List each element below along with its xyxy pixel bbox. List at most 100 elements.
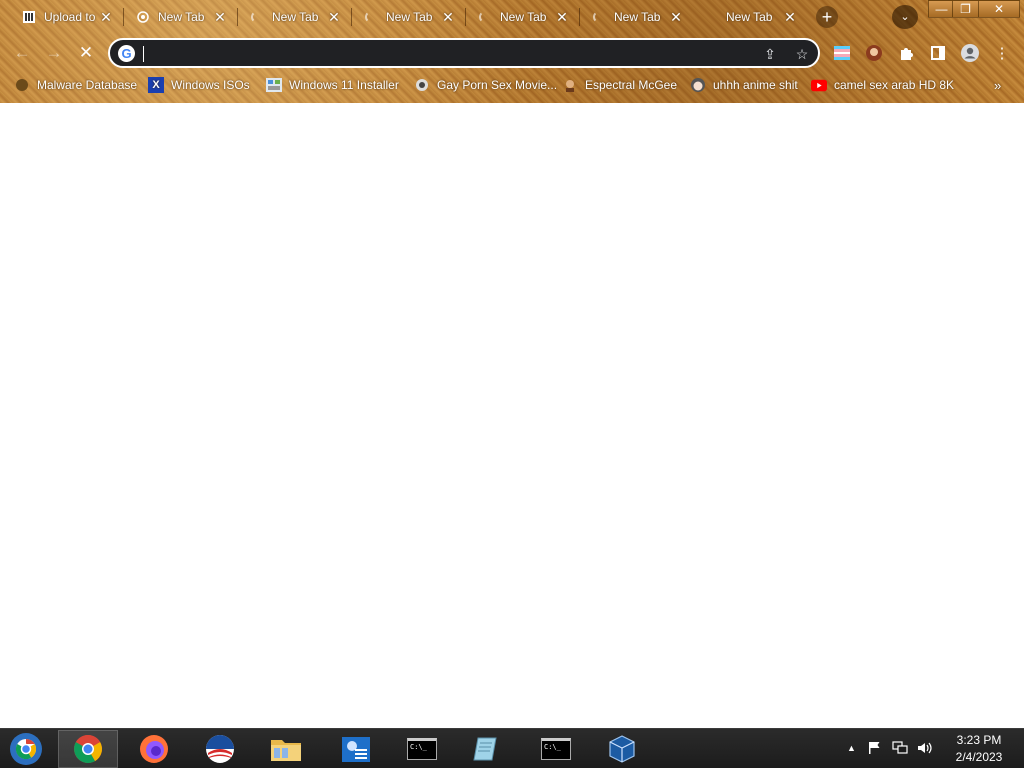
arrow-right-icon: →: [45, 43, 63, 62]
share-icon[interactable]: ⇪: [760, 44, 780, 64]
tab-new-tab-1[interactable]: New Tab ✕: [124, 3, 236, 31]
close-icon[interactable]: ✕: [326, 9, 342, 26]
taskbar-notepad[interactable]: [456, 730, 516, 768]
stop-loading-button[interactable]: ✕: [74, 41, 98, 65]
action-center-flag-icon[interactable]: [868, 741, 882, 758]
show-hidden-icons-button[interactable]: ▲: [847, 743, 856, 753]
taskbar-virtualbox[interactable]: [592, 730, 652, 768]
bookmark-youtube-video[interactable]: camel sex arab HD 8K: [811, 75, 954, 95]
forward-button[interactable]: →: [42, 41, 66, 65]
close-icon[interactable]: ✕: [782, 9, 798, 26]
avatar-icon[interactable]: [863, 42, 885, 64]
chevron-double-right-icon: »: [994, 77, 1002, 93]
bookmark-espectral-mcgee[interactable]: Espectral McGee: [562, 75, 677, 95]
bookmark-malware-database[interactable]: Malware Database: [14, 75, 137, 95]
tab-strip: Upload to ✕ New Tab ✕ New Tab ✕ New Tab: [0, 0, 1024, 34]
profile-icon[interactable]: [959, 42, 981, 64]
back-button[interactable]: ←: [10, 41, 34, 65]
tab-new-tab-5[interactable]: New Tab ✕: [580, 3, 692, 31]
arrow-left-icon: ←: [13, 43, 31, 62]
character-icon: [562, 77, 578, 93]
anime-icon: [690, 77, 706, 93]
pride-flag-icon[interactable]: [831, 42, 853, 64]
virtualbox-icon: [609, 735, 635, 763]
folder-icon: [271, 740, 301, 761]
image-icon: [266, 77, 282, 93]
taskbar: C:\_ C:\_ ▲ 3:23 PM 2/4/2023: [0, 728, 1024, 768]
clock-date: 2/4/2023: [955, 750, 1003, 764]
page-content: [0, 103, 1024, 728]
bookmarks-overflow-button[interactable]: »: [994, 75, 1001, 95]
notepad-icon: [473, 737, 497, 761]
loading-spinner-icon: [592, 10, 606, 24]
close-icon[interactable]: ✕: [554, 9, 570, 26]
tab-new-tab-active[interactable]: New Tab ✕: [694, 3, 806, 31]
network-icon[interactable]: [892, 741, 908, 758]
new-tab-button[interactable]: +: [816, 6, 838, 28]
taskbar-command-prompt-2[interactable]: C:\_: [526, 730, 586, 768]
chrome-icon: [136, 10, 150, 24]
minimize-icon: —: [935, 2, 948, 16]
bookmark-anime[interactable]: uhhh anime shit: [690, 75, 798, 95]
loading-spinner-icon: [364, 10, 378, 24]
tab-title: New Tab: [158, 10, 205, 24]
system-clock[interactable]: 3:23 PM 2/4/2023: [944, 732, 1014, 766]
taskbar-chrome[interactable]: [58, 730, 118, 768]
tab-title: New Tab: [386, 10, 433, 24]
text-caret: [143, 46, 144, 62]
obama-logo-icon: [206, 735, 234, 763]
taskbar-obama-logo[interactable]: [190, 730, 250, 768]
taskbar-command-prompt[interactable]: C:\_: [392, 730, 452, 768]
bookmark-favicon-icon: [414, 77, 430, 93]
puzzle-icon[interactable]: [895, 42, 917, 64]
close-icon[interactable]: ✕: [668, 9, 684, 26]
loading-spinner-icon: [250, 10, 264, 24]
address-input[interactable]: [146, 44, 746, 64]
toolbar: ← → ✕ G ⇪ ☆ ⋮: [0, 34, 1024, 72]
start-button[interactable]: [0, 730, 52, 768]
tab-new-tab-4[interactable]: New Tab ✕: [466, 3, 578, 31]
google-icon: G: [118, 45, 135, 62]
command-prompt-icon: C:\_: [407, 738, 437, 760]
volume-icon[interactable]: [917, 741, 933, 758]
tab-title: Upload to: [44, 10, 96, 24]
tab-new-tab-2[interactable]: New Tab ✕: [238, 3, 350, 31]
close-icon[interactable]: ✕: [212, 9, 228, 26]
control-panel-icon: [342, 737, 370, 762]
minimize-button[interactable]: —: [928, 0, 955, 18]
taskbar-control-panel[interactable]: [326, 730, 386, 768]
browser-window: Upload to ✕ New Tab ✕ New Tab ✕ New Tab: [0, 0, 1024, 728]
tab-title: New Tab: [500, 10, 547, 24]
tab-search-button[interactable]: ⌄: [892, 5, 918, 29]
start-orb-icon: [10, 733, 42, 765]
loading-spinner-icon: [478, 10, 492, 24]
tab-upload[interactable]: Upload to ✕: [10, 3, 122, 31]
tab-title: New Tab: [272, 10, 319, 24]
tab-title: New Tab: [614, 10, 661, 24]
bookmarks-bar: Malware Database X Windows ISOs Windows …: [0, 72, 1024, 98]
close-icon[interactable]: ✕: [98, 9, 114, 26]
bookmark-gay-porn[interactable]: Gay Porn Sex Movie...: [414, 75, 557, 95]
taskbar-firefox[interactable]: [124, 730, 184, 768]
firefox-icon: [140, 735, 168, 763]
restore-icon: ❐: [960, 2, 971, 16]
omnibox[interactable]: G ⇪ ☆: [108, 38, 820, 68]
tab-title: New Tab: [726, 10, 773, 24]
close-icon: ✕: [78, 43, 94, 62]
menu-icon[interactable]: ⋮: [991, 42, 1013, 64]
close-icon[interactable]: ✕: [440, 9, 456, 26]
clock-time: 3:23 PM: [956, 733, 1002, 747]
browser-frame: Upload to ✕ New Tab ✕ New Tab ✕ New Tab: [0, 0, 1024, 103]
bookmark-windows-11-installer[interactable]: Windows 11 Installer: [266, 75, 399, 95]
close-icon: ✕: [993, 2, 1005, 16]
bookmark-star-icon[interactable]: ☆: [792, 44, 812, 64]
bookmark-windows-isos[interactable]: X Windows ISOs: [148, 75, 250, 95]
side-panel-icon[interactable]: [927, 42, 949, 64]
youtube-icon: [811, 77, 827, 93]
chevron-down-icon: ⌄: [900, 11, 910, 23]
restore-button[interactable]: ❐: [952, 0, 979, 18]
x-icon: X: [148, 77, 164, 93]
tab-new-tab-3[interactable]: New Tab ✕: [352, 3, 464, 31]
taskbar-file-explorer[interactable]: [256, 730, 316, 768]
close-window-button[interactable]: ✕: [978, 0, 1020, 18]
